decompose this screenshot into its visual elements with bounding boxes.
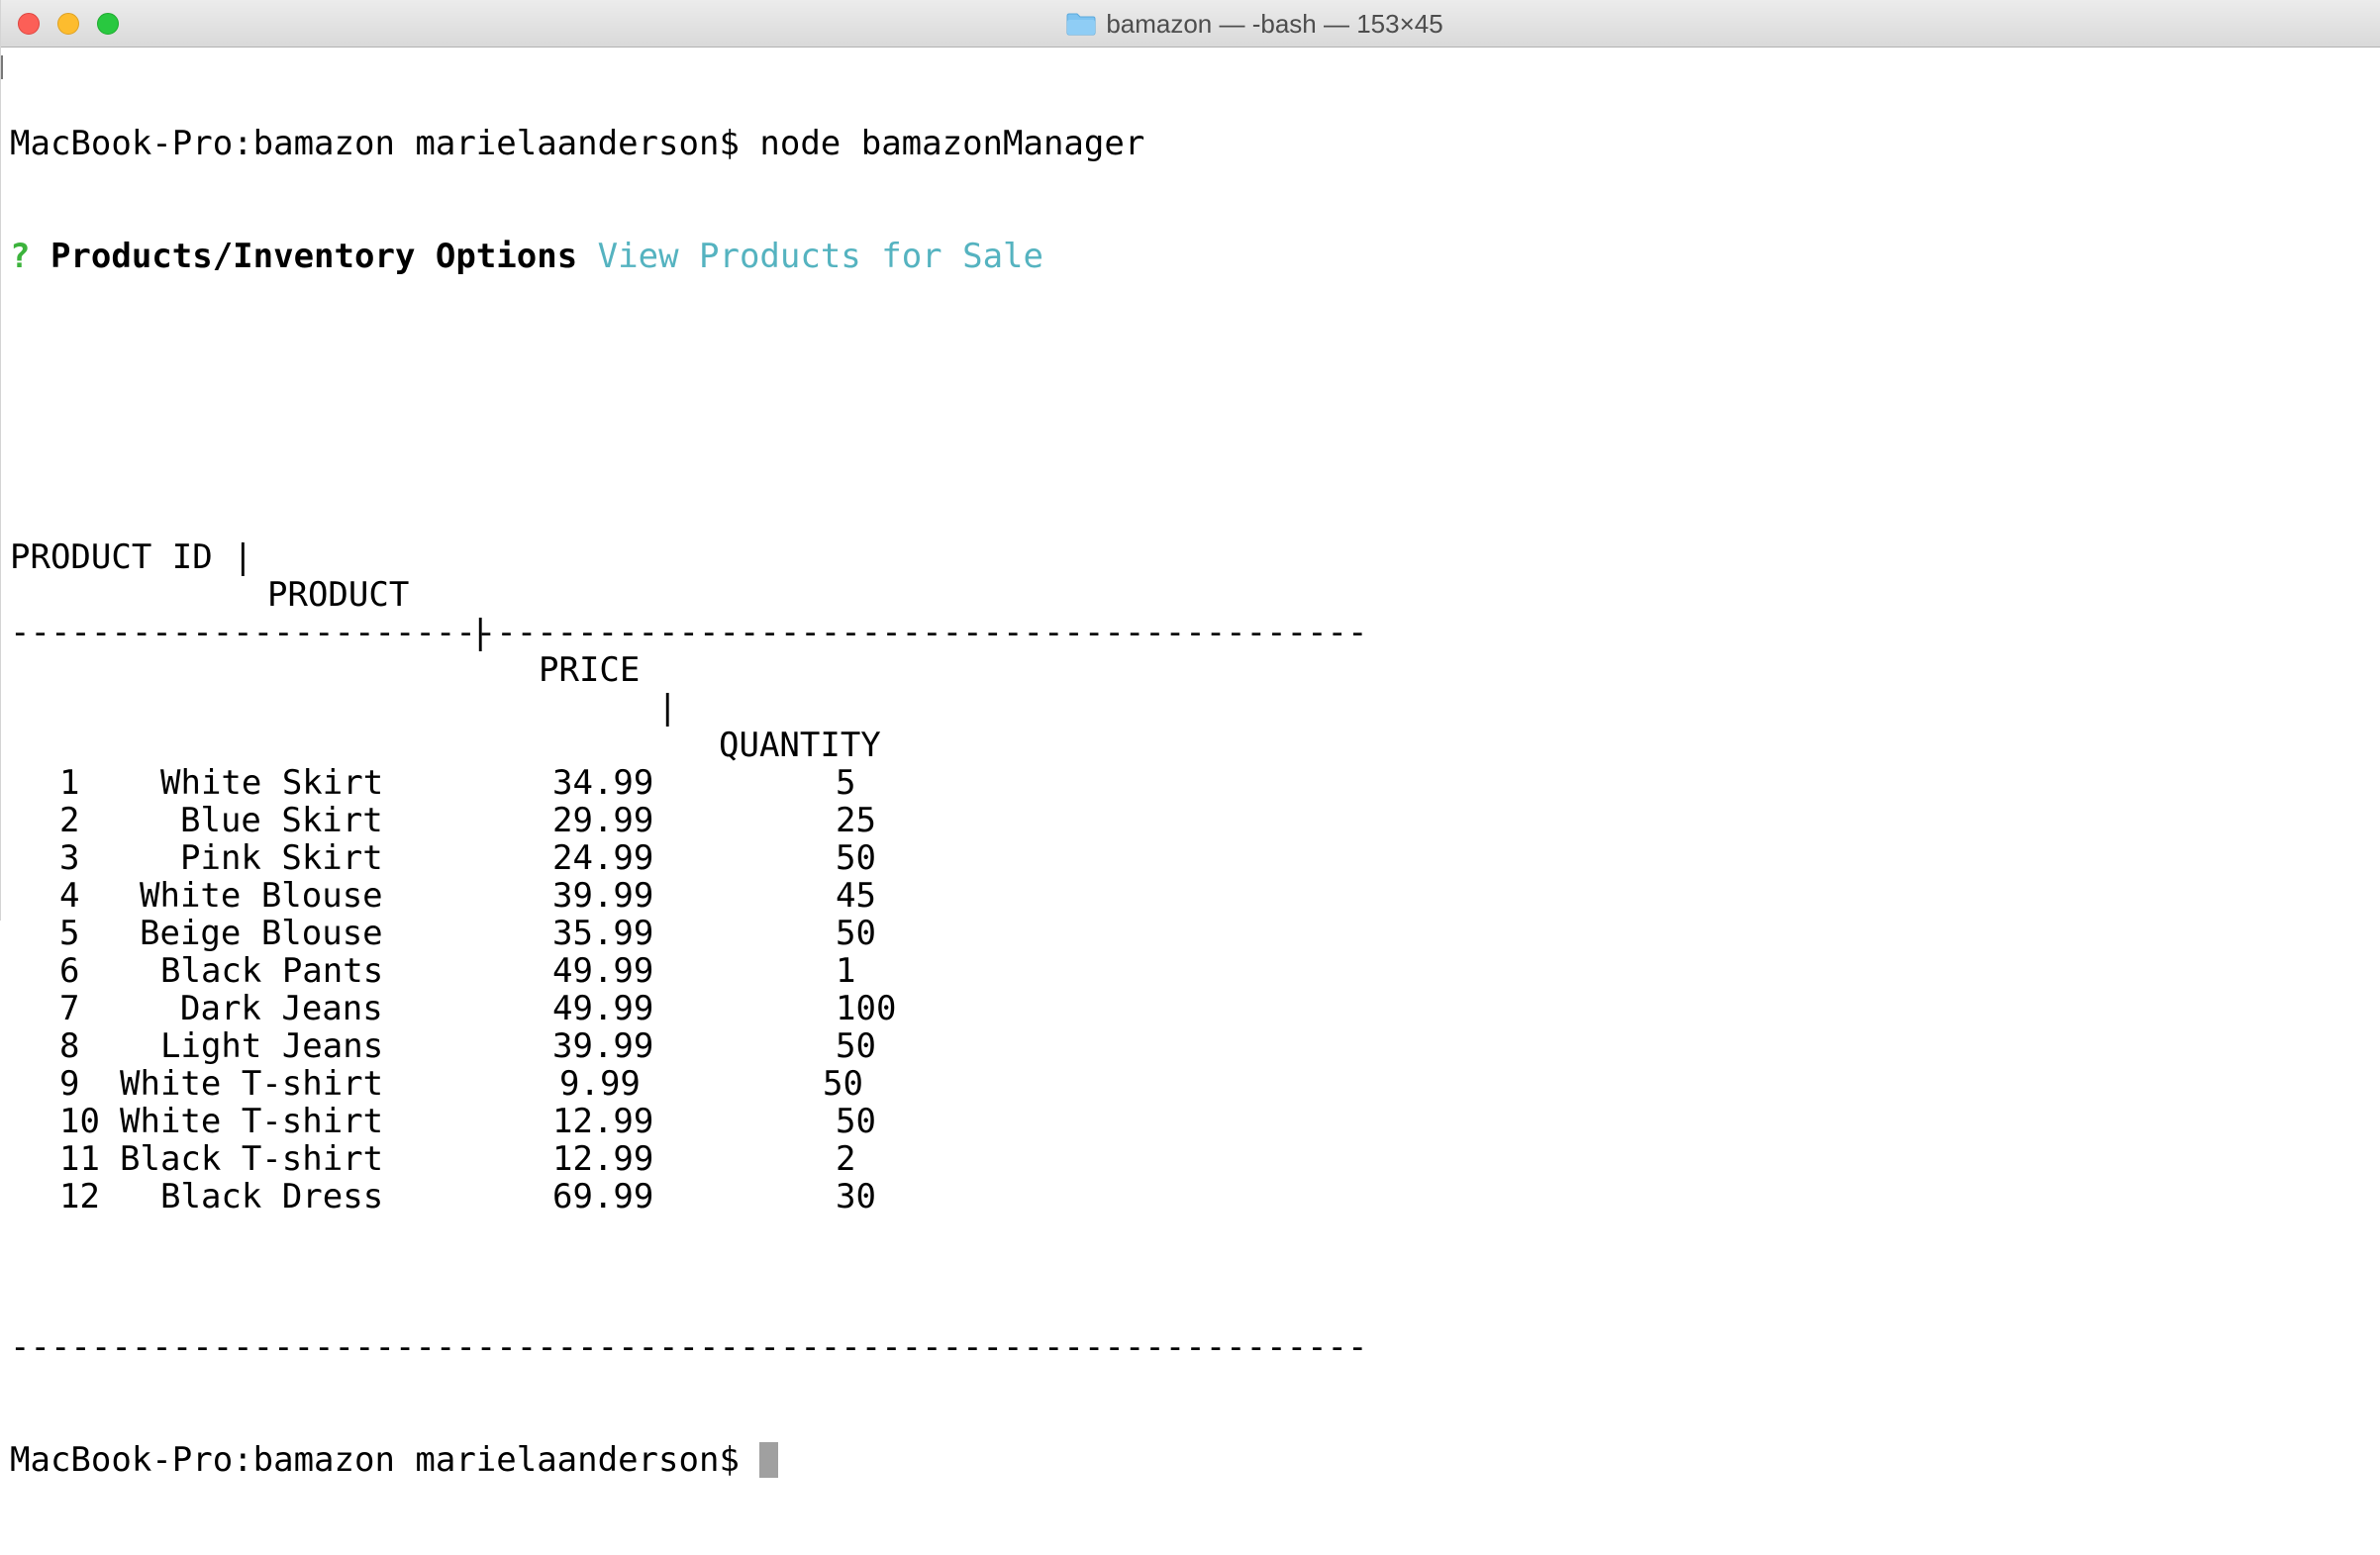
cell-product-name: Blue Skirt: [180, 801, 383, 840]
table-row: 6 Black Pants 49.99 1: [10, 952, 1367, 990]
cell-quantity: 45: [836, 876, 876, 916]
question-text: Products/Inventory Options: [50, 237, 578, 276]
cell-product-name: Pink Skirt: [180, 838, 383, 878]
terminal-cursor: [759, 1442, 779, 1478]
final-prompt-line: MacBook-Pro:bamazon marielaanderson$: [10, 1441, 1367, 1479]
cell-quantity: 50: [836, 1026, 876, 1066]
table-row: 3 Pink Skirt 24.99 50: [10, 839, 1367, 877]
cell-price: 49.99: [552, 951, 654, 991]
cell-product-name: Black Dress: [160, 1177, 384, 1216]
cell-product-name: Dark Jeans: [180, 989, 383, 1028]
cell-product-id: 8: [59, 1026, 80, 1066]
cell-price: 39.99: [552, 1026, 654, 1066]
cell-price: 12.99: [552, 1139, 654, 1179]
header-product-id: PRODUCT ID |: [10, 537, 253, 577]
terminal-output[interactable]: MacBook-Pro:bamazon marielaanderson$ nod…: [10, 49, 1367, 1554]
inquirer-question-line: ? Products/Inventory Options View Produc…: [10, 238, 1367, 275]
cell-quantity: 5: [836, 763, 856, 803]
header-separator: |: [657, 688, 678, 728]
cell-product-id: 9: [59, 1064, 80, 1104]
cell-product-id: 2: [59, 801, 80, 840]
cell-quantity: 100: [836, 989, 897, 1028]
cell-price: 12.99: [552, 1102, 654, 1141]
table-divider-bottom: ----------------------------------------…: [10, 1327, 1368, 1367]
cell-quantity: 50: [836, 1102, 876, 1141]
table-row: 9 White T-shirt 9.99 50: [10, 1065, 1367, 1103]
cell-product-id: 1: [59, 763, 80, 803]
table-row: 8 Light Jeans 39.99 50: [10, 1027, 1367, 1065]
cell-product-id: 4: [59, 876, 80, 916]
table-row: 4 White Blouse 39.99 45: [10, 877, 1367, 915]
cell-product-name: White Skirt: [160, 763, 384, 803]
table-header: PRODUCT ID | PRODUCT | PRICE | QUANTITY: [10, 501, 1367, 764]
folder-icon: [1066, 12, 1096, 36]
table-row: 11 Black T-shirt 12.99 2: [10, 1140, 1367, 1178]
product-table-body: 1 White Skirt 34.99 5 2 Blue Skirt 29.99 25 3 Pin…: [10, 764, 1367, 1215]
cell-product-name: White T-shirt: [120, 1064, 384, 1104]
cell-product-id: 12: [59, 1177, 100, 1216]
shell-prompt: MacBook-Pro:bamazon marielaanderson$: [10, 124, 760, 163]
header-product: PRODUCT: [267, 575, 410, 615]
cell-quantity: 50: [823, 1064, 863, 1104]
cell-product-name: White T-shirt: [120, 1102, 384, 1141]
cell-quantity: 25: [836, 801, 876, 840]
title-bar[interactable]: bamazon — -bash — 153×45: [1, 0, 2380, 48]
header-quantity: QUANTITY: [719, 726, 881, 765]
table-divider-top: ----------------------------------------…: [10, 613, 1368, 652]
header-price: PRICE: [539, 650, 641, 690]
cell-product-id: 6: [59, 951, 80, 991]
cell-price: 49.99: [552, 989, 654, 1028]
table-row: 10 White T-shirt 12.99 50: [10, 1103, 1367, 1140]
cell-quantity: 50: [836, 838, 876, 878]
cell-product-name: Black Pants: [160, 951, 384, 991]
cell-product-id: 11: [59, 1139, 100, 1179]
selected-answer: View Products for Sale: [597, 237, 1043, 276]
cell-price: 39.99: [552, 876, 654, 916]
window-title: bamazon — -bash — 153×45: [1106, 8, 1443, 39]
cell-product-id: 10: [59, 1102, 100, 1141]
cell-price: 29.99: [552, 801, 654, 840]
table-row: 2 Blue Skirt 29.99 25: [10, 802, 1367, 839]
table-row: 1 White Skirt 34.99 5: [10, 764, 1367, 802]
shell-prompt: MacBook-Pro:bamazon marielaanderson$: [10, 1440, 760, 1480]
cell-price: 9.99: [559, 1064, 641, 1104]
text-caret-marker: [1, 55, 3, 79]
cell-price: 34.99: [552, 763, 654, 803]
question-mark: ?: [10, 237, 50, 276]
terminal-window: bamazon — -bash — 153×45 MacBook-Pro:bam…: [0, 0, 2380, 1479]
window-title-area: bamazon — -bash — 153×45: [1, 0, 2380, 48]
command-text: node bamazonManager: [759, 124, 1145, 163]
cell-product-name: Black T-shirt: [120, 1139, 384, 1179]
table-row: 7 Dark Jeans 49.99 100: [10, 990, 1367, 1027]
cell-price: 69.99: [552, 1177, 654, 1216]
cell-quantity: 30: [836, 1177, 876, 1216]
cell-product-name: White Blouse: [140, 876, 383, 916]
cell-product-id: 3: [59, 838, 80, 878]
command-line: MacBook-Pro:bamazon marielaanderson$ nod…: [10, 125, 1367, 162]
cell-product-id: 7: [59, 989, 80, 1028]
cell-quantity: 1: [836, 951, 856, 991]
table-row: 12 Black Dress 69.99 30: [10, 1178, 1367, 1215]
cell-price: 24.99: [552, 838, 654, 878]
cell-product-name: Light Jeans: [160, 1026, 384, 1066]
header-separator: |: [470, 613, 491, 652]
cell-quantity: 2: [836, 1139, 856, 1179]
